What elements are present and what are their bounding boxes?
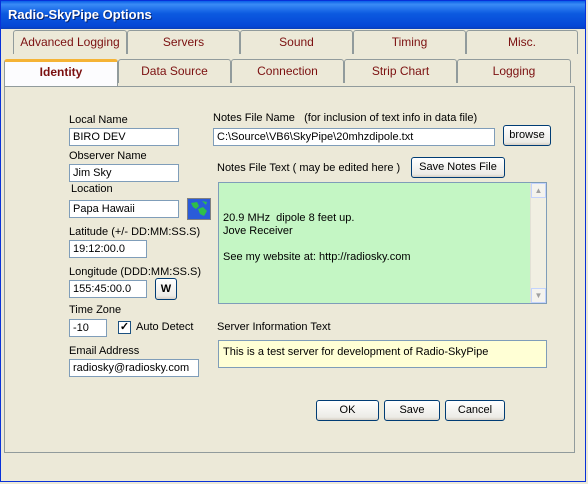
tab-identity[interactable]: Identity xyxy=(4,59,118,86)
timezone-label: Time Zone xyxy=(69,304,122,316)
server-info-text-area[interactable]: This is a test server for development of… xyxy=(218,340,547,368)
tab-servers[interactable]: Servers xyxy=(127,30,240,54)
save-notes-file-button[interactable]: Save Notes File xyxy=(411,157,505,178)
globe-map-icon[interactable] xyxy=(187,198,211,220)
tab-data-source[interactable]: Data Source xyxy=(118,59,231,83)
browse-button[interactable]: browse xyxy=(503,125,551,146)
save-button[interactable]: Save xyxy=(384,400,440,421)
scroll-up-icon[interactable]: ▲ xyxy=(531,183,546,198)
notes-scrollbar[interactable]: ▲ ▼ xyxy=(530,183,546,303)
options-window: Radio-SkyPipe Options Advanced Logging S… xyxy=(0,0,586,482)
server-info-label: Server Information Text xyxy=(217,321,331,333)
timezone-input[interactable]: -10 xyxy=(69,319,107,337)
notes-file-name-input[interactable]: C:\Source\VB6\SkyPipe\20mhzdipole.txt xyxy=(213,128,495,146)
ok-button[interactable]: OK xyxy=(316,400,379,421)
tab-sound[interactable]: Sound xyxy=(240,30,353,54)
latitude-label: Latitude (+/- DD:MM:SS.S) xyxy=(69,226,201,238)
cancel-button[interactable]: Cancel xyxy=(445,400,505,421)
notes-file-name-title: Notes File Name xyxy=(213,112,295,124)
tab-timing[interactable]: Timing xyxy=(353,30,466,54)
window-title: Radio-SkyPipe Options xyxy=(8,7,152,22)
longitude-label: Longitude (DDD:MM:SS.S) xyxy=(69,266,202,278)
notes-text-area[interactable]: 20.9 MHz dipole 8 feet up. Jove Receiver… xyxy=(218,182,547,304)
location-label: Location xyxy=(71,183,113,195)
observer-name-label: Observer Name xyxy=(69,150,147,162)
observer-name-input[interactable]: Jim Sky xyxy=(69,164,179,182)
auto-detect-checkbox[interactable]: ✓ xyxy=(118,321,131,334)
title-bar[interactable]: Radio-SkyPipe Options xyxy=(1,1,585,29)
notes-text-label: Notes File Text ( may be edited here ) xyxy=(217,162,401,174)
notes-text-content: 20.9 MHz dipole 8 feet up. Jove Receiver… xyxy=(223,212,411,263)
tab-advanced-logging[interactable]: Advanced Logging xyxy=(13,30,127,54)
identity-panel: Local Name BIRO DEV Observer Name Jim Sk… xyxy=(4,86,575,453)
latitude-input[interactable]: 19:12:00.0 xyxy=(69,240,147,258)
location-input[interactable]: Papa Hawaii xyxy=(69,200,179,218)
tab-misc[interactable]: Misc. xyxy=(466,30,578,54)
tab-connection[interactable]: Connection xyxy=(231,59,344,83)
local-name-input[interactable]: BIRO DEV xyxy=(69,128,179,146)
auto-detect-label: Auto Detect xyxy=(136,321,194,333)
tab-strip-chart[interactable]: Strip Chart xyxy=(344,59,457,83)
scroll-down-icon[interactable]: ▼ xyxy=(531,288,546,303)
longitude-input[interactable]: 155:45:00.0 xyxy=(69,280,147,298)
longitude-direction-button[interactable]: W xyxy=(155,278,177,300)
notes-file-name-label: Notes File Name (for inclusion of text i… xyxy=(213,112,477,124)
local-name-label: Local Name xyxy=(69,114,128,126)
tab-logging[interactable]: Logging xyxy=(457,59,571,83)
email-input[interactable]: radiosky@radiosky.com xyxy=(69,359,199,377)
email-label: Email Address xyxy=(69,345,140,357)
notes-file-name-hint: (for inclusion of text info in data file… xyxy=(304,112,478,124)
